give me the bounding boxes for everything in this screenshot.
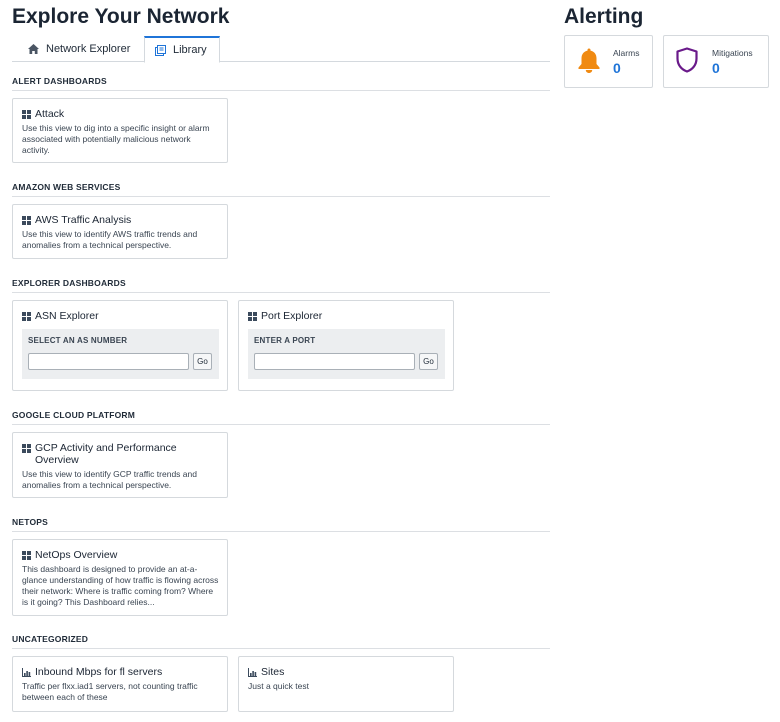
- section-gcp-heading: GOOGLE CLOUD PLATFORM: [12, 410, 550, 425]
- page-title: Explore Your Network: [12, 5, 230, 28]
- dashboard-card-inbound-mbps[interactable]: Inbound Mbps for fl servers Traffic per …: [12, 656, 228, 712]
- dashboard-card-aws-traffic-analysis[interactable]: AWS Traffic Analysis Use this view to id…: [12, 204, 228, 259]
- tab-library-label: Library: [173, 44, 207, 56]
- card-description: Just a quick test: [248, 681, 309, 691]
- dashboard-icon: [22, 216, 31, 225]
- chart-icon: [248, 668, 257, 677]
- card-description: Use this view to identify AWS traffic tr…: [22, 229, 198, 250]
- section-alert-dashboards-heading: ALERT DASHBOARDS: [12, 76, 550, 91]
- card-title: ASN Explorer: [35, 310, 99, 322]
- asn-field-label: SELECT AN AS NUMBER: [28, 336, 128, 345]
- card-description: Traffic per flxx.iad1 servers, not count…: [22, 681, 198, 702]
- alarms-count: 0: [613, 60, 621, 76]
- card-description: Use this view to identify GCP traffic tr…: [22, 469, 197, 490]
- dashboard-icon: [22, 551, 31, 560]
- library-icon: [155, 44, 166, 56]
- asn-go-button[interactable]: Go: [193, 353, 212, 370]
- dashboard-card-gcp-activity[interactable]: GCP Activity and Performance Overview Us…: [12, 432, 228, 498]
- alarms-card[interactable]: Alarms 0: [564, 35, 653, 88]
- port-input[interactable]: [254, 353, 415, 370]
- port-explorer-form: ENTER A PORT Go: [248, 329, 445, 379]
- card-title: Attack: [35, 108, 65, 120]
- mitigations-card[interactable]: Mitigations 0: [663, 35, 769, 88]
- tab-library[interactable]: Library: [144, 36, 220, 63]
- card-title: GCP Activity and Performance Overview: [35, 442, 177, 466]
- dashboard-icon: [22, 110, 31, 119]
- asn-input[interactable]: [28, 353, 189, 370]
- card-title: NetOps Overview: [35, 549, 118, 561]
- card-title: Sites: [261, 666, 285, 678]
- chart-icon: [22, 668, 31, 677]
- dashboard-card-port-explorer[interactable]: Port Explorer ENTER A PORT Go: [238, 300, 454, 391]
- mitigations-count: 0: [712, 60, 720, 76]
- card-title: Port Explorer: [261, 310, 323, 322]
- card-title: Inbound Mbps for fl servers: [35, 666, 163, 678]
- dashboard-icon: [22, 444, 31, 453]
- dashboard-card-attack[interactable]: Attack Use this view to dig into a speci…: [12, 98, 228, 163]
- card-description: Use this view to dig into a specific ins…: [22, 123, 210, 155]
- tab-network-explorer-label: Network Explorer: [46, 43, 131, 55]
- tab-network-explorer[interactable]: Network Explorer: [28, 36, 130, 62]
- section-netops-heading: NETOPS: [12, 517, 550, 532]
- asn-explorer-form: SELECT AN AS NUMBER Go: [22, 329, 219, 379]
- dashboard-card-sites[interactable]: Sites Just a quick test: [238, 656, 454, 712]
- section-uncategorized-heading: UNCATEGORIZED: [12, 634, 550, 649]
- card-description: This dashboard is designed to provide an…: [22, 564, 219, 607]
- bell-icon: [578, 48, 600, 73]
- card-title: AWS Traffic Analysis: [35, 214, 132, 226]
- dashboard-card-asn-explorer[interactable]: ASN Explorer SELECT AN AS NUMBER Go: [12, 300, 228, 391]
- home-icon: [28, 44, 39, 54]
- port-field-label: ENTER A PORT: [254, 336, 316, 345]
- dashboard-card-netops-overview[interactable]: NetOps Overview This dashboard is design…: [12, 539, 228, 616]
- section-aws-heading: AMAZON WEB SERVICES: [12, 182, 550, 197]
- tab-bar: Network Explorer Library: [12, 36, 550, 63]
- port-go-button[interactable]: Go: [419, 353, 438, 370]
- section-explorer-dashboards-heading: EXPLORER DASHBOARDS: [12, 278, 550, 293]
- alerting-title: Alerting: [564, 5, 644, 28]
- dashboard-icon: [248, 312, 257, 321]
- mitigations-label: Mitigations: [712, 48, 753, 58]
- shield-icon: [676, 47, 698, 73]
- dashboard-icon: [22, 312, 31, 321]
- alarms-label: Alarms: [613, 48, 640, 58]
